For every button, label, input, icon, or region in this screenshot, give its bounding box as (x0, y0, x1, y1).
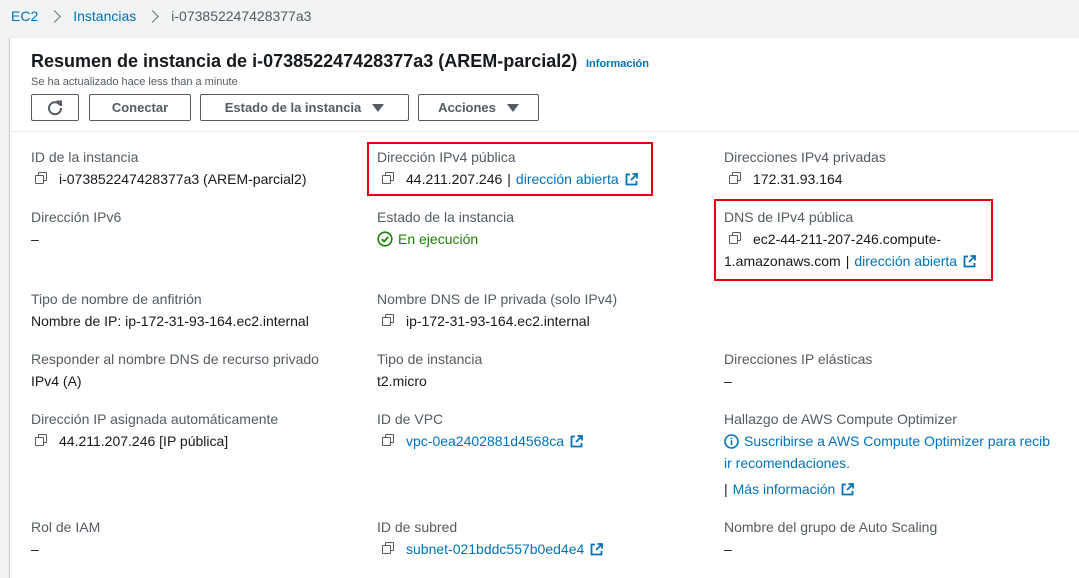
breadcrumb: EC2 Instancias i-073852247428377a3 (11, 7, 311, 25)
private-dns-label: Nombre DNS de IP privada (solo IPv4) (377, 291, 618, 307)
panel-header: Resumen de instancia de i-07385224742837… (10, 38, 1079, 132)
asg-name-label: Nombre del grupo de Auto Scaling (724, 519, 938, 535)
actions-dropdown[interactable]: Acciones (418, 94, 539, 121)
private-dns-value: ip-172-31-93-164.ec2.internal (382, 313, 590, 329)
hostname-type-value: Nombre de IP: ip-172-31-93-164.ec2.inter… (31, 313, 309, 329)
chevron-right-icon (48, 9, 62, 23)
compute-optimizer-link-line2[interactable]: ir recomendaciones. (724, 455, 850, 471)
subnet-id-value: subnet-021bddc557b0ed4e4 (382, 541, 604, 557)
page-title: Resumen de instancia de i-07385224742837… (31, 51, 578, 71)
more-info-row: | Más información (724, 481, 855, 497)
instance-id-text: i-073852247428377a3 (AREM-parcial2) (59, 171, 307, 187)
refresh-button[interactable] (31, 94, 79, 121)
subnet-id-label: ID de subred (377, 519, 458, 535)
copy-icon[interactable] (382, 434, 396, 448)
private-ipv4-value: 172.31.93.164 (729, 171, 843, 187)
instance-state-dropdown-label: Estado de la instancia (224, 100, 362, 115)
breadcrumb-current: i-073852247428377a3 (171, 8, 312, 24)
info-circle-icon (724, 433, 739, 449)
instance-state-label: Estado de la instancia (377, 209, 514, 225)
elastic-ip-value: – (724, 373, 732, 389)
instance-summary-panel: Resumen de instancia de i-07385224742837… (10, 37, 1079, 578)
compute-optimizer-label: Hallazgo de AWS Compute Optimizer (724, 411, 957, 427)
instance-type-label: Tipo de instancia (377, 351, 483, 367)
instance-state-value: En ejecución (377, 231, 478, 247)
resource-dns-label: Responder al nombre DNS de recurso priva… (31, 351, 319, 367)
subscribe-compute-optimizer-link[interactable]: Suscribirse a AWS Compute Optimizer para… (744, 433, 1050, 449)
external-link-icon[interactable] (570, 434, 583, 448)
instance-type-value: t2.micro (377, 373, 427, 389)
highlight-box (367, 142, 653, 196)
highlight-box (714, 199, 993, 281)
caret-down-icon (372, 103, 385, 112)
separator: | (724, 481, 728, 497)
copy-icon[interactable] (729, 172, 743, 186)
instance-state-dropdown[interactable]: Estado de la instancia (200, 94, 409, 121)
auto-ip-value: 44.211.207.246 [IP pública] (35, 433, 228, 449)
external-link-icon[interactable] (841, 482, 855, 496)
copy-icon[interactable] (382, 314, 396, 328)
elastic-ip-label: Direcciones IP elásticas (724, 351, 873, 367)
copy-icon[interactable] (382, 542, 396, 556)
ipv6-value: – (31, 231, 39, 247)
instance-state-text: En ejecución (398, 231, 479, 247)
breadcrumb-ec2[interactable]: EC2 (11, 8, 38, 24)
vpc-id-link[interactable]: vpc-0ea2402881d4568ca (406, 433, 564, 449)
copy-icon[interactable] (35, 172, 49, 186)
asg-name-value: – (724, 541, 732, 557)
private-dns-text: ip-172-31-93-164.ec2.internal (406, 313, 590, 329)
check-circle-icon (377, 231, 393, 247)
connect-button[interactable]: Conectar (89, 94, 191, 121)
last-updated-text: Se ha actualizado hace less than a minut… (31, 76, 238, 88)
subscribe-compute-optimizer-link-cont[interactable]: ir recomendaciones. (724, 455, 850, 471)
ipv6-label: Dirección IPv6 (31, 209, 122, 225)
breadcrumb-instances[interactable]: Instancias (73, 8, 136, 24)
chevron-right-icon (146, 9, 160, 23)
more-info-link[interactable]: Más información (733, 481, 836, 497)
iam-role-label: Rol de IAM (31, 519, 101, 535)
auto-ip-label: Dirección IP asignada automáticamente (31, 411, 279, 427)
vpc-id-label: ID de VPC (377, 411, 444, 427)
copy-icon[interactable] (35, 434, 49, 448)
instance-id-label: ID de la instancia (31, 149, 139, 165)
hostname-type-label: Tipo de nombre de anfitrión (31, 291, 202, 307)
subnet-id-link[interactable]: subnet-021bddc557b0ed4e4 (406, 541, 584, 557)
external-link-icon[interactable] (590, 542, 604, 556)
resource-dns-value: IPv4 (A) (31, 373, 82, 389)
private-ipv4-text: 172.31.93.164 (753, 171, 843, 187)
actions-dropdown-label: Acciones (438, 100, 496, 115)
caret-down-icon (506, 103, 519, 112)
auto-ip-text: 44.211.207.246 [IP pública] (59, 433, 229, 449)
info-link[interactable]: Información (586, 58, 649, 70)
vpc-id-value: vpc-0ea2402881d4568ca (382, 433, 583, 449)
iam-role-value: – (31, 541, 39, 557)
compute-optimizer-link-line1[interactable]: Suscribirse a AWS Compute Optimizer para… (724, 433, 1050, 449)
refresh-icon (48, 100, 63, 115)
private-ipv4-label: Direcciones IPv4 privadas (724, 149, 886, 165)
instance-id-value: i-073852247428377a3 (AREM-parcial2) (35, 171, 307, 187)
